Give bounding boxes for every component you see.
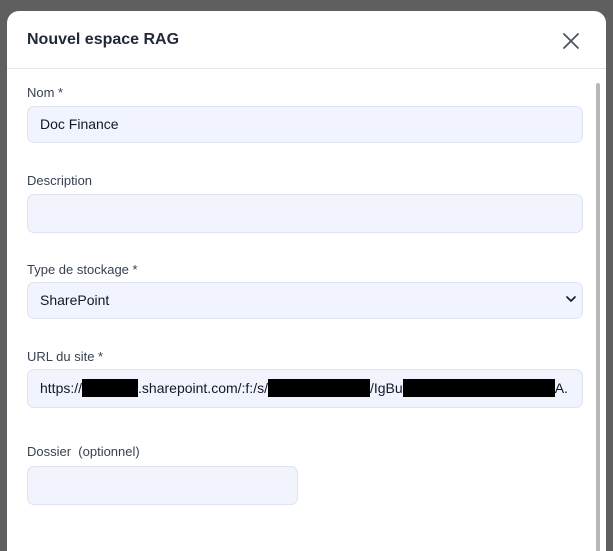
url-part: /IgBu [369,380,403,396]
redaction-block [267,379,370,397]
site-url-value: https:// .sharepoint.com/:f:/s/ /IgBu A. [40,370,568,407]
storage-type-select[interactable]: SharePoint [27,282,583,319]
close-icon [563,33,579,49]
url-part: .sharepoint.com/:f:/s/ [138,380,268,396]
storage-type-value: SharePoint [40,292,110,308]
url-part: https:// [40,380,83,396]
site-url-label: URL du site * [27,349,104,364]
chevron-down-icon [566,296,576,302]
redaction-block [82,379,139,397]
description-input[interactable] [27,194,583,233]
site-url-input[interactable]: https:// .sharepoint.com/:f:/s/ /IgBu A. [27,369,583,408]
close-button[interactable] [559,29,583,53]
scrollbar[interactable] [596,83,600,551]
dialog-header: Nouvel espace RAG [7,11,606,69]
folder-input[interactable] [27,466,298,505]
description-label: Description [27,173,93,188]
storage-type-label: Type de stockage * [27,262,138,277]
folder-label: Dossier (optionnel) [27,444,140,459]
new-rag-space-dialog: Nouvel espace RAG Nom * Doc Finance Desc… [7,11,606,551]
redaction-block [402,379,555,397]
dialog-title: Nouvel espace RAG [27,31,180,48]
nom-input[interactable]: Doc Finance [27,106,583,143]
url-part: A. [554,380,568,396]
nom-label: Nom * [27,85,64,100]
